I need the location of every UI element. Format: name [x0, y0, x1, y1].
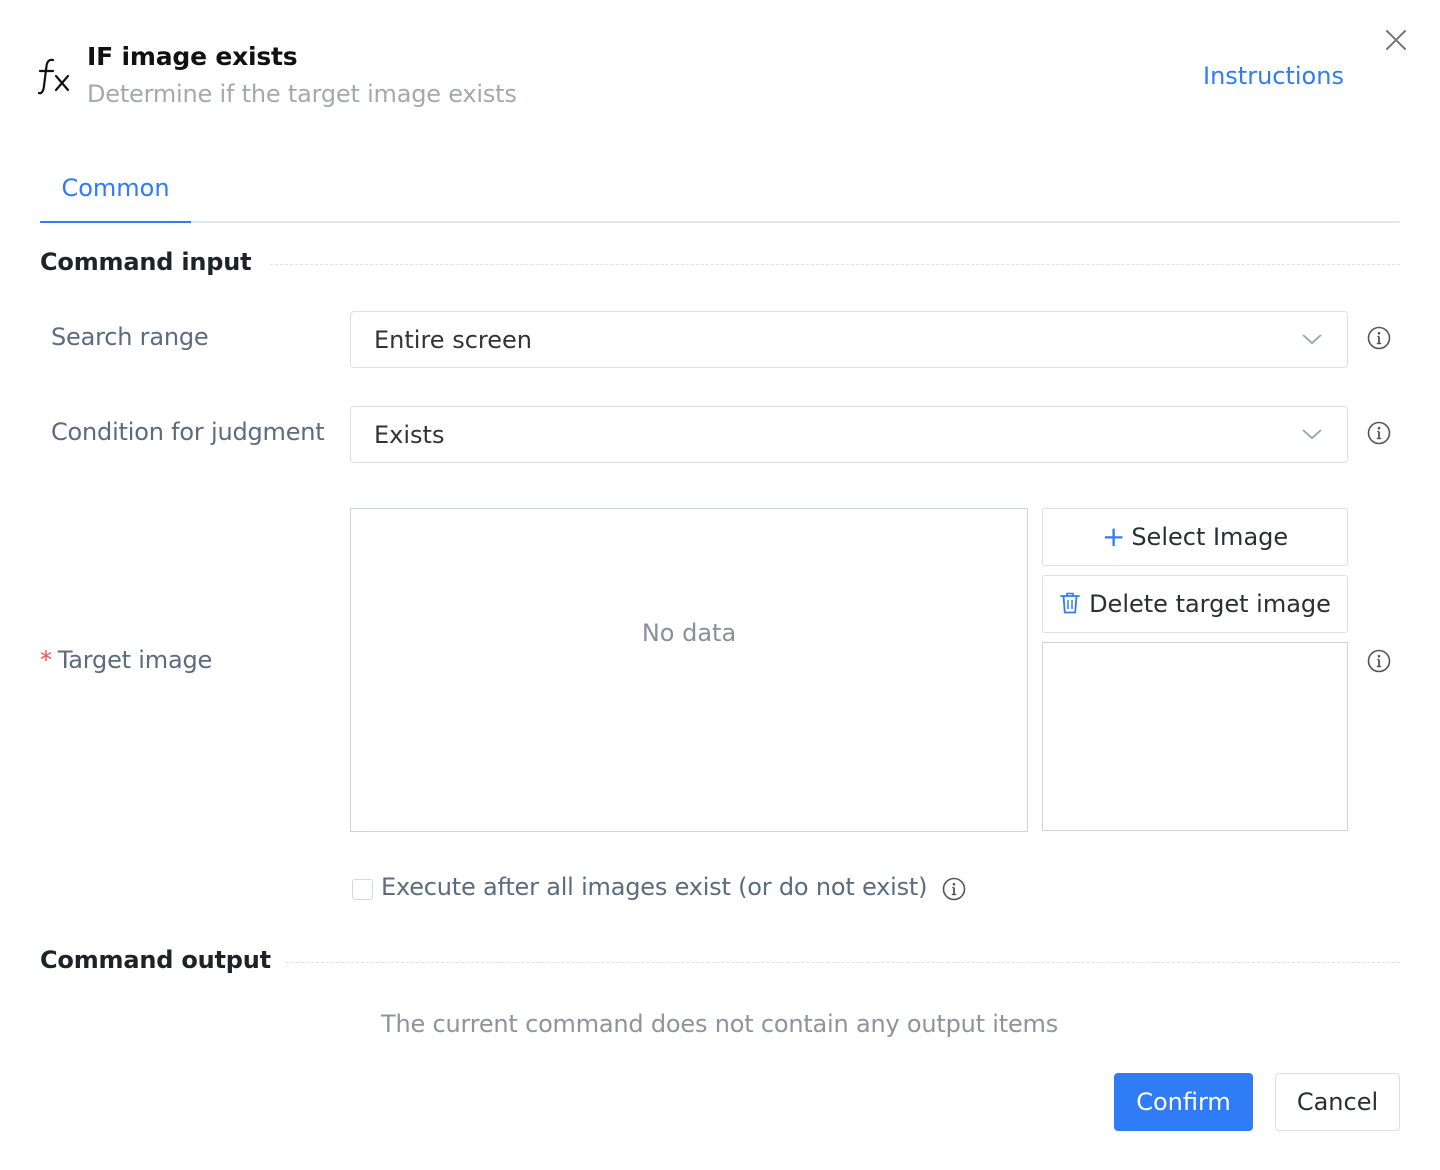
info-icon[interactable] [1367, 649, 1391, 673]
target-image-label-text: Target image [57, 646, 213, 674]
info-icon[interactable] [942, 877, 966, 901]
search-range-value: Entire screen [374, 326, 532, 354]
info-icon[interactable] [1367, 421, 1391, 445]
required-mark: * [40, 646, 52, 674]
dialog-subtitle: Determine if the target image exists [87, 80, 517, 108]
close-icon[interactable] [1383, 27, 1409, 53]
target-image-list[interactable]: No data [350, 508, 1028, 832]
select-image-label: Select Image [1131, 523, 1289, 551]
delete-target-image-label: Delete target image [1089, 590, 1331, 618]
target-image-label: * Target image [40, 646, 212, 674]
condition-label: Condition for judgment [51, 418, 325, 446]
condition-select[interactable]: Exists [350, 406, 1348, 463]
tab-common[interactable]: Common [40, 160, 191, 223]
command-input-title: Command input [40, 248, 252, 276]
section-divider [270, 264, 1400, 265]
empty-state-text: No data [641, 619, 737, 647]
instructions-link[interactable]: Instructions [1203, 62, 1344, 90]
cancel-button[interactable]: Cancel [1275, 1073, 1400, 1131]
trash-icon [1060, 592, 1080, 614]
section-divider [286, 962, 1400, 963]
plus-icon: + [1101, 520, 1126, 553]
delete-target-image-button[interactable]: Delete target image [1042, 575, 1348, 633]
chevron-down-icon [1302, 334, 1322, 345]
image-preview [1042, 642, 1348, 831]
confirm-button[interactable]: Confirm [1114, 1073, 1253, 1131]
execute-all-checkbox[interactable] [352, 879, 373, 900]
tab-bar: Common [40, 160, 1400, 223]
search-range-select[interactable]: Entire screen [350, 311, 1348, 368]
select-image-button[interactable]: + Select Image [1042, 508, 1348, 566]
fx-icon [38, 58, 70, 95]
chevron-down-icon [1302, 429, 1322, 440]
info-icon[interactable] [1367, 326, 1391, 350]
dialog-title: IF image exists [87, 42, 298, 71]
no-output-text: The current command does not contain any… [381, 1010, 1059, 1038]
condition-value: Exists [374, 421, 445, 449]
command-output-title: Command output [40, 946, 271, 974]
dialog: IF image exists Determine if the target … [0, 0, 1440, 1170]
execute-all-label[interactable]: Execute after all images exist (or do no… [381, 873, 927, 901]
search-range-label: Search range [51, 323, 209, 351]
